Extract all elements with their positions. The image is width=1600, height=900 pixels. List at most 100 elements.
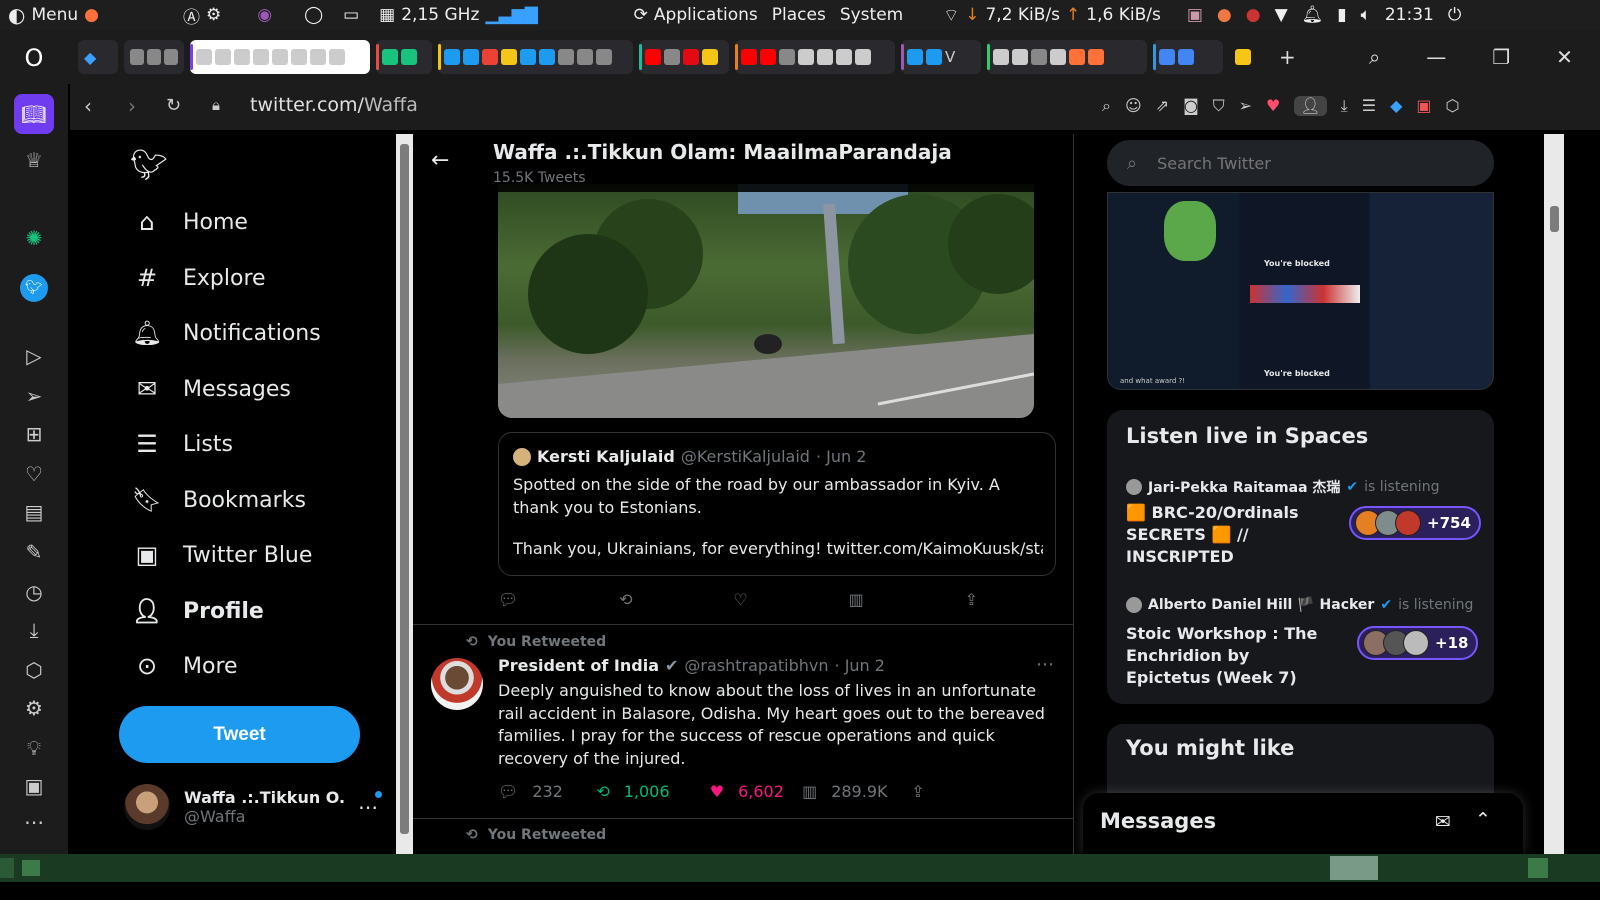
tab-group[interactable]: V xyxy=(901,40,981,74)
extensions-icon[interactable]: ⬡ xyxy=(20,656,48,684)
inkscape-icon[interactable]: Ⓐ xyxy=(183,3,200,28)
tab-group[interactable] xyxy=(639,40,729,74)
menu-button[interactable]: ◐ Menu ● xyxy=(0,3,107,27)
power-icon[interactable]: ⏻ xyxy=(1448,5,1461,25)
page-scrollbar[interactable] xyxy=(1544,134,1564,854)
tweet-media-image[interactable] xyxy=(498,184,1034,418)
back-arrow-icon[interactable]: ← xyxy=(431,148,449,173)
retweet-icon[interactable]: ⟲ xyxy=(619,590,632,609)
space-host[interactable]: Alberto Daniel Hill 🏴 Hacker ✔ is listen… xyxy=(1126,597,1473,613)
download-icon[interactable]: ⤓ xyxy=(1341,96,1348,116)
space-title[interactable]: Stoic Workshop : The Enchridion by Epict… xyxy=(1126,623,1336,689)
sidebar-more-icon[interactable]: ⋯ xyxy=(20,808,48,836)
nav-explore[interactable]: # Explore xyxy=(133,264,266,292)
crown-icon[interactable]: ♕ xyxy=(20,146,48,174)
news-icon[interactable]: ▤ xyxy=(20,498,48,526)
adblock-icon[interactable]: ⛉ xyxy=(1213,96,1225,116)
battery-icon[interactable]: ▮ xyxy=(1337,5,1346,25)
workspace-icon[interactable]: 📖︎ xyxy=(14,94,54,134)
tweet-button[interactable]: Tweet xyxy=(119,706,360,763)
quoted-tweet[interactable]: Kersti Kaljulaid @KerstiKaljulaid · Jun … xyxy=(498,432,1056,576)
twitter-sidebar-icon[interactable]: 🐦︎ xyxy=(20,274,48,302)
minimize-icon[interactable]: — xyxy=(1426,45,1446,69)
tweet-more-icon[interactable]: ⋯ xyxy=(1036,654,1054,675)
system-menu[interactable]: System xyxy=(840,5,903,25)
views-icon[interactable]: ▥ xyxy=(849,590,864,609)
reply-icon[interactable]: 💬︎ xyxy=(498,590,518,609)
firefox-icon[interactable]: ● xyxy=(84,5,99,25)
space-listeners[interactable]: +18 xyxy=(1357,626,1479,660)
tab-group[interactable] xyxy=(1153,40,1223,74)
search-box[interactable]: ⌕ xyxy=(1107,140,1494,186)
scrollbar-thumb[interactable] xyxy=(1550,206,1559,232)
heart-icon[interactable]: ♥ xyxy=(1266,96,1280,116)
tab-group[interactable] xyxy=(124,40,184,74)
nav-home[interactable]: ⌂ Home xyxy=(133,208,248,236)
chatgpt-icon[interactable]: ✺ xyxy=(20,224,48,252)
nav-twitter-blue[interactable]: ▣ Twitter Blue xyxy=(133,541,313,569)
new-tab-button[interactable]: + xyxy=(1273,40,1303,74)
tweet-author[interactable]: President of India xyxy=(498,656,659,675)
heart-sidebar-icon[interactable]: ♡ xyxy=(20,460,48,488)
opera-logo-icon[interactable]: O xyxy=(20,44,48,72)
reply-icon[interactable]: 💬︎ xyxy=(498,782,518,801)
volume-icon[interactable]: 🔈︎ xyxy=(1361,5,1371,25)
applications-menu[interactable]: Applications xyxy=(654,5,758,25)
places-menu[interactable]: Places xyxy=(772,5,826,25)
search-input[interactable] xyxy=(1157,153,1458,173)
tips-icon[interactable]: 💡︎ xyxy=(20,734,48,762)
send-to-icon[interactable]: ➢ xyxy=(1239,96,1252,116)
clipboard-icon[interactable]: ▣ xyxy=(20,772,48,800)
settings-tray-icon[interactable]: ⚙ xyxy=(206,5,221,25)
speed-dial-icon[interactable]: ⊞ xyxy=(20,420,48,448)
tweet-avatar[interactable] xyxy=(431,658,483,710)
reload-icon[interactable]: ↻ xyxy=(166,95,181,116)
edit-icon[interactable]: ✎ xyxy=(20,538,48,566)
nav-messages[interactable]: ✉ Messages xyxy=(133,375,291,403)
tab-group[interactable] xyxy=(376,40,432,74)
tab-group[interactable] xyxy=(1229,40,1267,74)
tweet-handle[interactable]: @rashtrapatibhvn xyxy=(684,656,828,675)
tray-record-icon[interactable]: ● xyxy=(1246,5,1261,25)
tray-update-icon[interactable]: ● xyxy=(1217,5,1232,25)
emoji-icon[interactable]: ☺ xyxy=(1125,96,1142,116)
terminal-icon[interactable]: ▭ xyxy=(343,5,359,25)
tweet-date[interactable]: · Jun 2 xyxy=(835,656,885,675)
account-more-icon[interactable]: ⋯ xyxy=(358,791,382,819)
tab-group[interactable] xyxy=(438,40,633,74)
extension-pin-icon[interactable]: ◆ xyxy=(1390,96,1402,116)
clock[interactable]: 21:31 xyxy=(1385,5,1434,25)
twitter-logo-icon[interactable]: 🐦︎ xyxy=(130,148,168,183)
account-switcher[interactable]: Waffa .:.Tikkun O... @Waffa ⋯ xyxy=(124,774,414,840)
expand-icon[interactable]: ⌃ xyxy=(1475,809,1491,831)
snapshot-icon[interactable]: ◙ xyxy=(1183,96,1199,116)
space-host[interactable]: Jari-Pekka Raitamaa 杰瑞 ✔ is listening xyxy=(1126,477,1439,497)
tab-group[interactable] xyxy=(735,40,895,74)
extension-badge-icon[interactable]: ▣ xyxy=(1416,96,1431,116)
close-window-icon[interactable]: ✕ xyxy=(1556,45,1573,69)
retweet-icon[interactable]: ⟲ xyxy=(596,782,609,801)
maximize-icon[interactable]: ❐ xyxy=(1492,45,1510,69)
tray-app-icon[interactable]: ▣ xyxy=(1187,5,1203,25)
nav-lists[interactable]: ☰ Lists xyxy=(133,430,233,458)
space-listeners[interactable]: +754 xyxy=(1349,506,1481,540)
media-thumbnail-grid[interactable]: You're blocked You're blocked and what a… xyxy=(1107,192,1494,390)
notification-bell-icon[interactable]: 🔔︎ xyxy=(1302,5,1324,25)
tab-group[interactable] xyxy=(987,40,1147,74)
url-field[interactable]: twitter.com/Waffa xyxy=(250,94,418,116)
extension-cube-icon[interactable]: ⬡ xyxy=(1446,96,1460,116)
back-icon[interactable]: ‹ xyxy=(84,94,92,118)
forward-icon[interactable]: › xyxy=(128,94,136,118)
left-scrollbar[interactable] xyxy=(396,134,413,854)
new-message-icon[interactable]: ✉ xyxy=(1435,811,1451,833)
nav-more[interactable]: ⊙ More xyxy=(133,652,238,680)
views-icon[interactable]: ▥ xyxy=(802,782,817,801)
space-title[interactable]: 🟧 BRC-20/Ordinals SECRETS 🟧 // INSCRIPTE… xyxy=(1126,502,1326,568)
send-icon[interactable]: ➢ xyxy=(20,382,48,410)
easy-setup-icon[interactable]: ☰ xyxy=(1362,96,1376,116)
taskbar-window-list[interactable] xyxy=(0,854,1600,882)
nav-notifications[interactable]: 🔔︎ Notifications xyxy=(132,319,321,347)
history-icon[interactable]: ◷ xyxy=(20,578,48,606)
tor-icon[interactable]: ◉ xyxy=(257,5,272,25)
nav-bookmarks[interactable]: 🔖︎ Bookmarks xyxy=(132,486,306,514)
